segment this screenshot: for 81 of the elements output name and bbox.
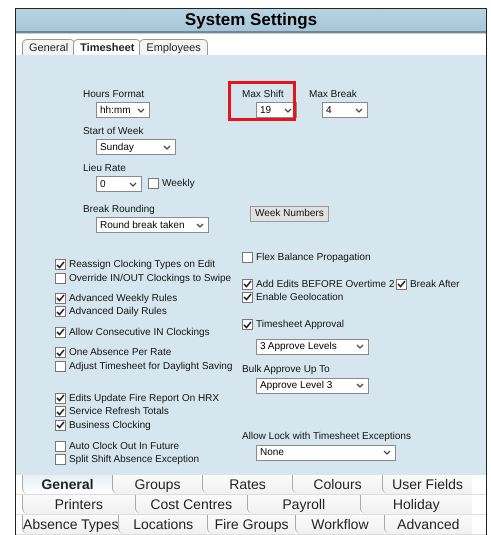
chevron-down-icon [163, 144, 171, 150]
checkbox[interactable] [55, 420, 66, 431]
field-label: Bulk Approve Up To [242, 364, 331, 375]
checkbox-label: Advanced Daily Rules [69, 306, 167, 318]
tab[interactable]: Rates [202, 474, 292, 494]
field-label: Break Rounding [83, 204, 156, 215]
checkbox-label: Override IN/OUT Clockings to Swipe [69, 272, 232, 284]
chevron-down-icon [129, 182, 137, 186]
chevron-down-icon [137, 108, 145, 112]
tab[interactable]: General [22, 39, 76, 55]
checkbox-label: Edits Update Fire Report On HRX [69, 392, 220, 404]
checkbox-label: Service Refresh Totals [69, 406, 169, 418]
checkbox[interactable] [55, 441, 66, 452]
checkbox[interactable] [55, 406, 66, 418]
checkbox[interactable] [242, 319, 253, 330]
checkbox-label: Advanced Weekly Rules [69, 292, 178, 304]
field-label: Lieu Rate [83, 163, 127, 174]
tab[interactable]: Groups [112, 474, 202, 494]
tab[interactable]: Advanced [384, 514, 472, 534]
chevron-down-icon [356, 383, 364, 388]
checkbox-label: Add Edits BEFORE Overtime 2 [256, 278, 394, 290]
tab[interactable]: User Fields [382, 474, 472, 494]
dropdown[interactable]: 3 Approve Levels [256, 338, 369, 355]
chevron-down-icon [284, 108, 292, 112]
dropdown[interactable]: 19 [256, 102, 297, 118]
tab[interactable]: Holiday [360, 494, 472, 514]
checkbox-label: Break After [410, 278, 460, 290]
field-label: Max Shift [242, 89, 285, 100]
checkbox[interactable] [55, 347, 66, 358]
tab[interactable]: Printers [22, 494, 134, 514]
field-label: Start of Week [83, 126, 144, 137]
checkbox-label: Business Clocking [69, 420, 151, 431]
field-label: Allow Lock with Timesheet Exceptions [242, 430, 412, 442]
checkbox[interactable] [55, 454, 66, 466]
tab[interactable]: Timesheet [73, 39, 142, 55]
checkbox-label: Flex Balance Propagation [256, 252, 371, 264]
tab[interactable]: General [22, 474, 112, 494]
checkbox-label: Auto Clock Out In Future [69, 441, 180, 452]
field-label: Hours Format [83, 89, 146, 100]
tab[interactable]: Workflow [295, 514, 384, 534]
checkbox-label: Timesheet Approval [256, 319, 344, 330]
chevron-down-icon [356, 344, 364, 350]
week-numbers-button[interactable]: Week Numbers [250, 206, 329, 222]
checkbox[interactable] [242, 292, 253, 303]
checkbox-label: Adjust Timesheet for Daylight Saving [69, 360, 232, 372]
tab[interactable]: Locations [118, 514, 207, 534]
checkbox[interactable] [55, 326, 66, 338]
checkbox-label: Weekly [162, 178, 195, 190]
tab[interactable]: Absence Types [22, 514, 118, 534]
checkbox[interactable] [55, 392, 66, 404]
checkbox[interactable] [55, 292, 66, 304]
checkbox-label: One Absence Per Rate [69, 347, 172, 358]
dropdown[interactable]: 0 [96, 176, 142, 192]
checkbox[interactable] [55, 272, 66, 284]
chevron-down-icon [383, 450, 391, 456]
window-title: System Settings [184, 10, 318, 30]
dropdown[interactable]: hh:mm [96, 102, 150, 118]
checkbox-label: Allow Consecutive IN Clockings [69, 326, 210, 338]
checkbox[interactable] [242, 252, 253, 264]
tab[interactable]: Employees [139, 39, 208, 55]
chevron-down-icon [196, 222, 204, 228]
tab[interactable]: Cost Centres [134, 494, 247, 514]
dropdown[interactable]: 4 [322, 102, 368, 118]
dropdown[interactable]: Approve Level 3 [256, 378, 369, 394]
dropdown[interactable]: Round break taken [96, 217, 209, 233]
tab[interactable]: Colours [292, 474, 382, 494]
chevron-down-icon [355, 108, 363, 112]
tab[interactable]: Fire Groups [206, 514, 296, 534]
checkbox[interactable] [396, 278, 407, 290]
checkbox-label: Reassign Clocking Types on Edit [69, 259, 216, 270]
checkbox-label: Enable Geolocation [256, 292, 344, 303]
checkbox[interactable] [55, 259, 66, 270]
dropdown[interactable]: None [256, 444, 396, 461]
checkbox[interactable] [55, 360, 66, 372]
field-label: Max Break [309, 89, 358, 100]
dropdown[interactable]: Sunday [96, 139, 176, 155]
checkbox[interactable] [55, 306, 66, 318]
checkbox-label: Split Shift Absence Exception [69, 454, 200, 466]
checkbox[interactable] [242, 278, 253, 290]
checkbox[interactable] [148, 178, 159, 190]
tab[interactable]: Payroll [247, 494, 360, 514]
